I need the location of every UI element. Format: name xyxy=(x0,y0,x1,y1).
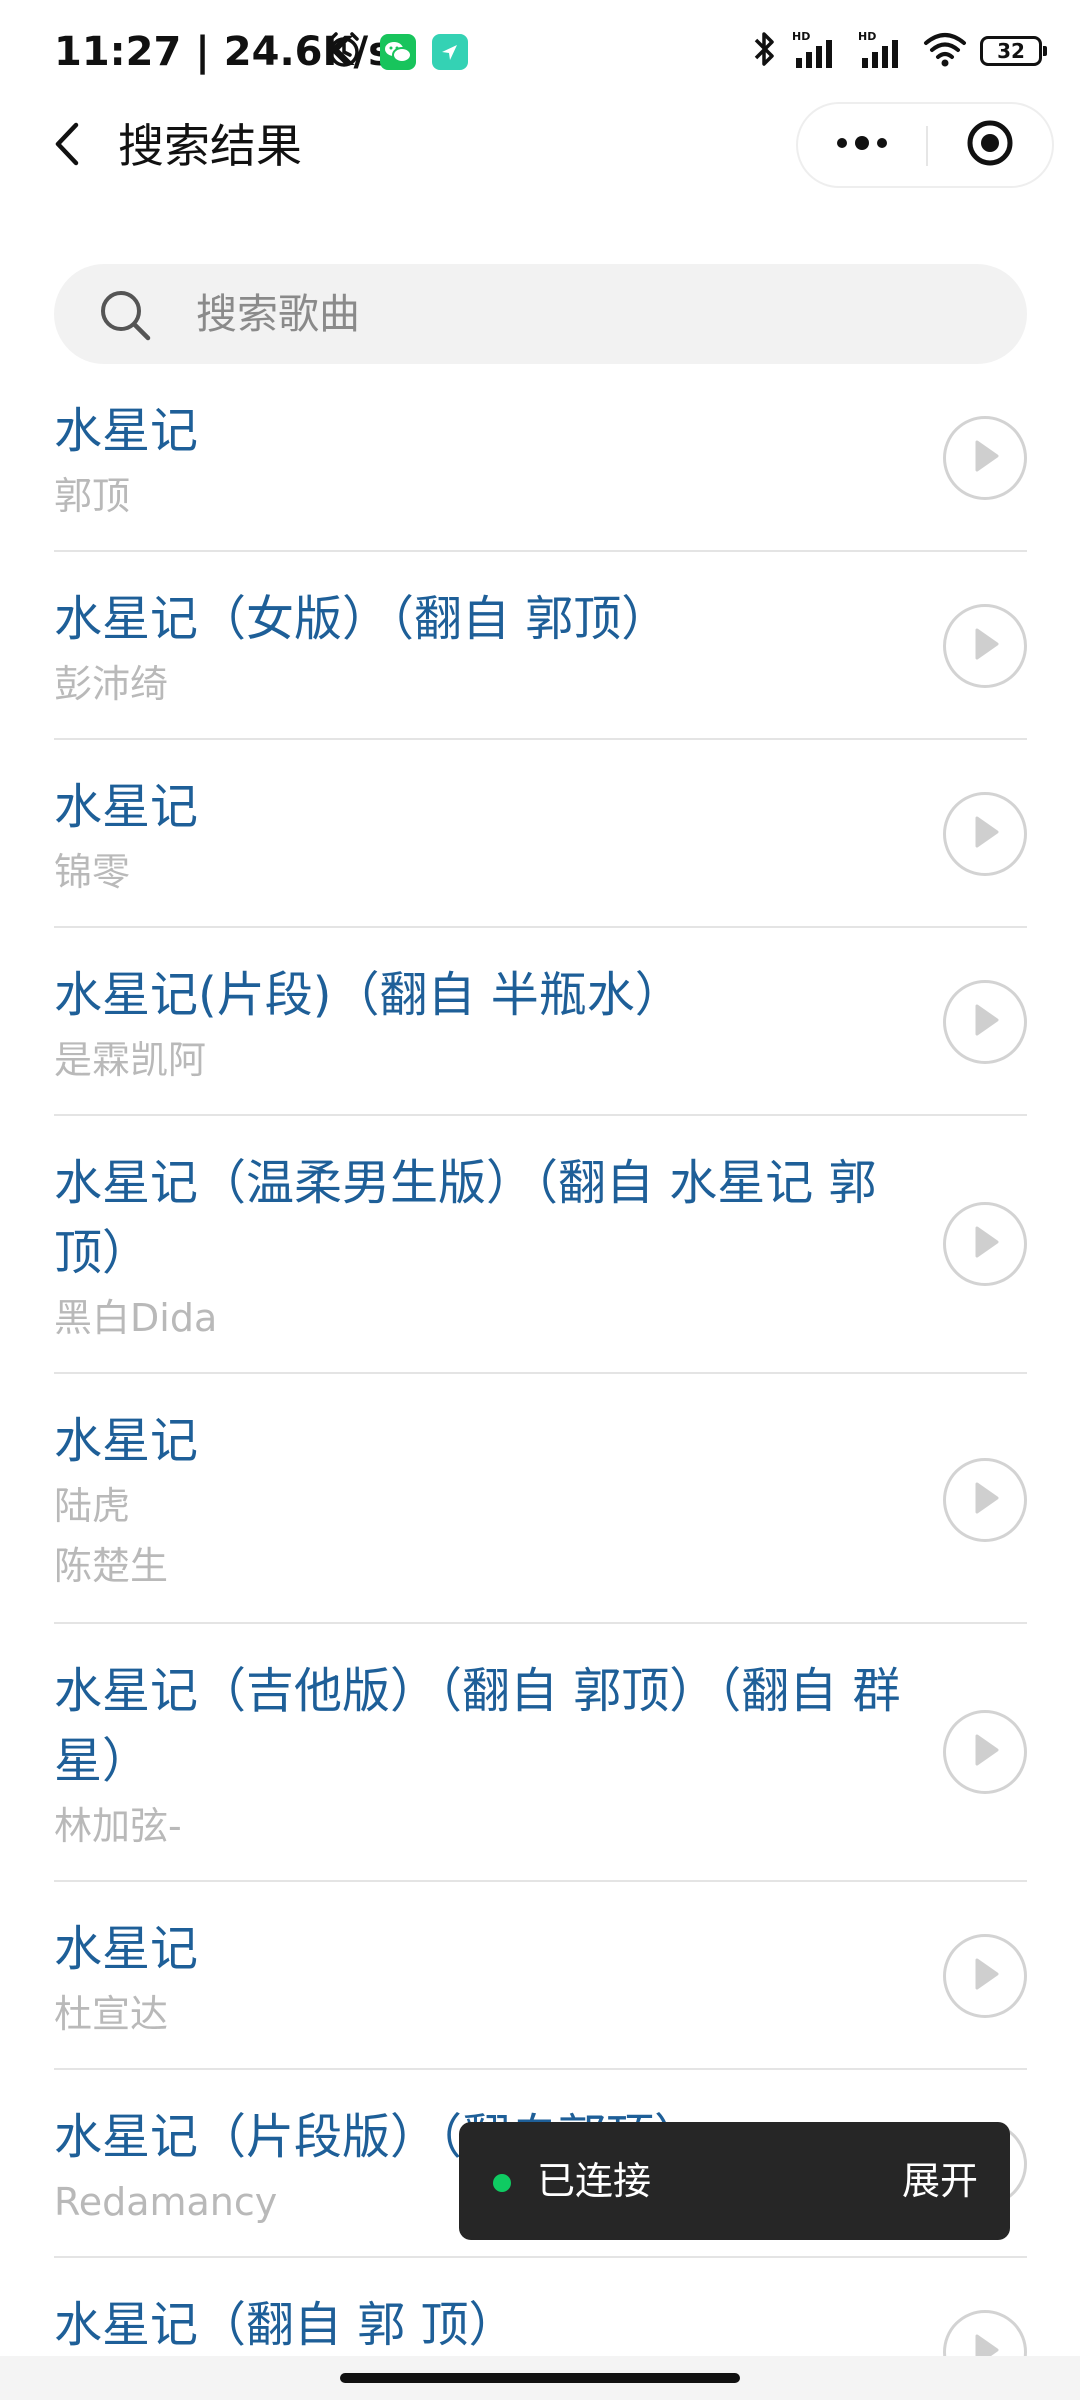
page-title: 搜索结果 xyxy=(118,119,302,173)
status-bar: 11:27 | 24.6K/s HD HD 32 xyxy=(0,0,1080,104)
song-text: 水星记（温柔男生版）（翻自 水星记 郭顶） 黑白Dida xyxy=(54,1148,934,1348)
play-button[interactable] xyxy=(943,1710,1027,1794)
play-icon xyxy=(968,437,1002,479)
song-row[interactable]: 水星记（女版）（翻自 郭顶） 彭沛绮 xyxy=(54,552,1027,740)
play-button[interactable] xyxy=(943,1934,1027,2018)
status-right-icons: HD HD 32 xyxy=(750,28,1047,74)
song-artist: 黑白Dida xyxy=(54,1296,218,1340)
expand-button[interactable]: 展开 xyxy=(902,2152,978,2210)
hd-signal-icon: HD xyxy=(856,28,910,74)
play-button[interactable] xyxy=(943,1202,1027,1286)
search-icon xyxy=(98,288,152,342)
song-title: 水星记（吉他版）（翻自 郭顶）（翻自 群星） xyxy=(54,1663,901,1789)
song-text: 水星记 杜宣达 xyxy=(54,1914,934,2044)
play-icon xyxy=(968,1731,1002,1773)
song-row[interactable]: 水星记(片段)（翻自 半瓶水） 是霖凯阿 xyxy=(54,928,1027,1116)
svg-text:HD: HD xyxy=(792,30,810,43)
play-icon xyxy=(968,813,1002,855)
app-screen: 11:27 | 24.6K/s HD HD 32 搜索结果 搜索歌曲 水星记 郭… xyxy=(0,0,1080,2400)
song-row[interactable]: 水星记 郭顶 xyxy=(54,364,1027,552)
song-row[interactable]: 水星记 杜宣达 xyxy=(54,1882,1027,2070)
play-button[interactable] xyxy=(943,1458,1027,1542)
song-text: 水星记（翻自 郭 顶） xyxy=(54,2290,934,2360)
song-title: 水星记（温柔男生版）（翻自 水星记 郭顶） xyxy=(54,1155,877,1281)
alarm-icon xyxy=(324,30,364,74)
battery-icon: 32 xyxy=(980,36,1047,66)
song-text: 水星记 锦零 xyxy=(54,772,934,902)
navigation-bar: 搜索结果 xyxy=(0,102,1080,188)
connection-status-text: 已连接 xyxy=(537,2159,652,2203)
song-row[interactable]: 水星记 陆虎 陈楚生 xyxy=(54,1374,1027,1624)
song-text: 水星记（女版）（翻自 郭顶） 彭沛绮 xyxy=(54,584,934,714)
song-artist: 是霖凯阿 xyxy=(54,1038,207,1082)
wifi-icon xyxy=(922,29,968,73)
song-text: 水星记 郭顶 xyxy=(54,396,934,526)
song-row[interactable]: 水星记 锦零 xyxy=(54,740,1027,928)
wechat-icon xyxy=(380,34,416,70)
song-artist: 锦零 xyxy=(54,850,131,894)
play-icon xyxy=(968,1001,1002,1043)
song-title: 水星记 xyxy=(54,779,199,835)
song-title: 水星记（女版）（翻自 郭顶） xyxy=(54,591,670,647)
bluetooth-icon xyxy=(750,28,778,74)
status-left-icons xyxy=(324,30,468,74)
song-artist: 郭顶 xyxy=(54,474,131,518)
location-app-icon xyxy=(432,34,468,70)
song-list: 水星记 郭顶 水星记（女版）（翻自 郭顶） 彭沛绮 水星记 锦零 水星记(片段)（翻自 半瓶… xyxy=(54,364,1027,2400)
search-input[interactable] xyxy=(196,264,986,364)
play-button[interactable] xyxy=(943,792,1027,876)
play-button[interactable] xyxy=(943,416,1027,500)
play-icon xyxy=(968,1479,1002,1521)
record-target-icon xyxy=(965,118,1015,172)
close-mini-program-button[interactable] xyxy=(928,104,1052,186)
home-indicator[interactable] xyxy=(340,2373,740,2383)
play-icon xyxy=(968,1223,1002,1265)
play-button[interactable] xyxy=(943,604,1027,688)
song-title: 水星记 xyxy=(54,1413,199,1469)
mini-program-capsule xyxy=(796,102,1054,188)
song-artist: 林加弦- xyxy=(54,1804,182,1848)
play-icon xyxy=(968,1955,1002,1997)
song-text: 水星记（吉他版）（翻自 郭顶）（翻自 群星） 林加弦- xyxy=(54,1656,934,1856)
song-title: 水星记（翻自 郭 顶） xyxy=(54,2297,517,2353)
song-artist: 杜宣达 xyxy=(54,1992,169,2036)
battery-level: 32 xyxy=(997,39,1025,63)
svg-text:HD: HD xyxy=(858,30,876,43)
song-artist: 彭沛绮 xyxy=(54,662,169,706)
song-title: 水星记 xyxy=(54,403,199,459)
song-row[interactable]: 水星记（吉他版）（翻自 郭顶）（翻自 群星） 林加弦- xyxy=(54,1624,1027,1882)
song-title: 水星记 xyxy=(54,1921,199,1977)
song-row[interactable]: 水星记（温柔男生版）（翻自 水星记 郭顶） 黑白Dida xyxy=(54,1116,1027,1374)
search-bar[interactable] xyxy=(54,264,1027,364)
song-text: 水星记 陆虎 陈楚生 xyxy=(54,1406,934,1596)
play-icon xyxy=(968,625,1002,667)
chevron-left-icon xyxy=(48,119,88,173)
connection-toast: 已连接 展开 xyxy=(459,2122,1010,2240)
hd-signal-icon: HD xyxy=(790,28,844,74)
more-dots-icon xyxy=(834,133,890,157)
connected-indicator-icon xyxy=(493,2174,511,2192)
play-button[interactable] xyxy=(943,980,1027,1064)
song-title: 水星记(片段)（翻自 半瓶水） xyxy=(54,967,683,1023)
song-artist: 陆虎 xyxy=(54,1484,131,1528)
more-button[interactable] xyxy=(798,104,926,186)
song-text: 水星记(片段)（翻自 半瓶水） 是霖凯阿 xyxy=(54,960,934,1090)
song-artist: 陈楚生 xyxy=(54,1544,169,1588)
back-button[interactable] xyxy=(36,114,100,178)
